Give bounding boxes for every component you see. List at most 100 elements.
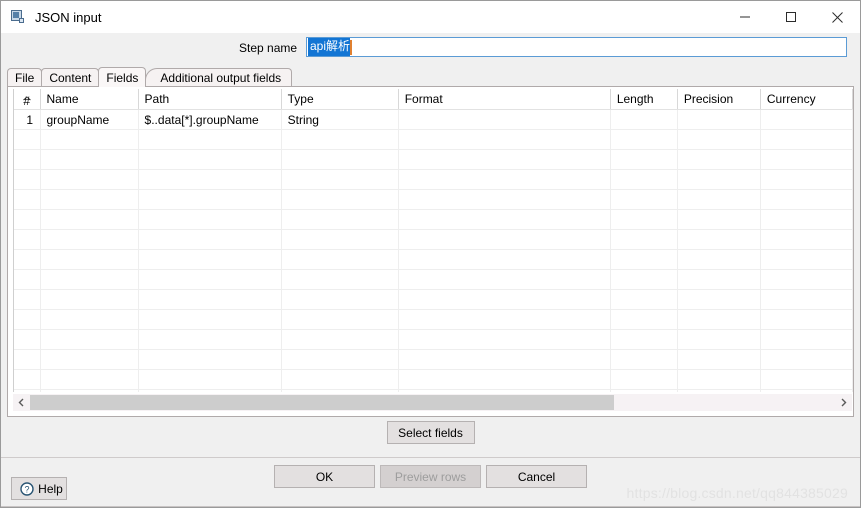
cell-precision[interactable]	[677, 249, 761, 270]
row-number-cell[interactable]	[14, 169, 41, 190]
cell-currency[interactable]	[760, 369, 853, 390]
cell-precision[interactable]	[677, 189, 761, 210]
table-row[interactable]	[14, 269, 853, 290]
row-number-cell[interactable]	[14, 209, 41, 230]
table-row[interactable]	[14, 249, 853, 270]
cell-format[interactable]	[398, 249, 611, 270]
cell-format[interactable]	[398, 369, 611, 390]
cell-path[interactable]	[138, 369, 282, 390]
cell-format[interactable]	[398, 209, 611, 230]
cell-length[interactable]	[610, 249, 678, 270]
cell-length[interactable]	[610, 229, 678, 250]
cell-length[interactable]	[610, 129, 678, 150]
cell-length[interactable]	[610, 149, 678, 170]
table-row[interactable]	[14, 169, 853, 190]
cell-format[interactable]	[398, 229, 611, 250]
cell-precision[interactable]	[677, 329, 761, 350]
step-name-input[interactable]: api解析	[306, 37, 847, 57]
cell-path[interactable]	[138, 209, 282, 230]
table-row[interactable]	[14, 349, 853, 370]
cell-name[interactable]	[40, 169, 139, 190]
cell-name[interactable]	[40, 249, 139, 270]
cell-type[interactable]	[281, 209, 399, 230]
cell-precision[interactable]	[677, 229, 761, 250]
cell-length[interactable]	[610, 269, 678, 290]
cell-format[interactable]	[398, 129, 611, 150]
cell-precision[interactable]	[677, 349, 761, 370]
row-number-cell[interactable]	[14, 269, 41, 290]
tab-additional-output-fields[interactable]: Additional output fields	[145, 68, 293, 87]
cell-name[interactable]	[40, 369, 139, 390]
table-row[interactable]	[14, 129, 853, 150]
cell-type[interactable]	[281, 249, 399, 270]
tab-fields[interactable]: Fields	[98, 67, 147, 87]
table-row[interactable]	[14, 309, 853, 330]
cell-currency[interactable]	[760, 249, 853, 270]
cell-currency[interactable]	[760, 269, 853, 290]
cell-path[interactable]	[138, 129, 282, 150]
cell-path[interactable]	[138, 349, 282, 370]
table-row[interactable]	[14, 229, 853, 250]
cell-precision[interactable]	[677, 109, 761, 130]
row-number-cell[interactable]	[14, 129, 41, 150]
help-button[interactable]: ? Help	[11, 477, 67, 500]
row-number-cell[interactable]	[14, 289, 41, 310]
minimize-button[interactable]	[722, 1, 768, 33]
column-header-format[interactable]: Format	[398, 89, 611, 110]
column-header-length[interactable]: Length	[610, 89, 678, 110]
cell-currency[interactable]	[760, 129, 853, 150]
column-header-num[interactable]: #	[14, 89, 41, 110]
cell-path[interactable]	[138, 149, 282, 170]
cancel-button[interactable]: Cancel	[486, 465, 587, 488]
row-number-cell[interactable]	[14, 249, 41, 270]
column-header-type[interactable]: Type	[281, 89, 399, 110]
cell-name[interactable]	[40, 289, 139, 310]
cell-name[interactable]	[40, 269, 139, 290]
cell-type[interactable]: String	[281, 109, 399, 130]
cell-length[interactable]	[610, 309, 678, 330]
cell-name[interactable]	[40, 129, 139, 150]
cell-currency[interactable]	[760, 149, 853, 170]
cell-path[interactable]	[138, 229, 282, 250]
row-number-cell[interactable]	[14, 369, 41, 390]
cell-format[interactable]	[398, 149, 611, 170]
cell-format[interactable]	[398, 289, 611, 310]
cell-type[interactable]	[281, 349, 399, 370]
cell-type[interactable]	[281, 229, 399, 250]
cell-precision[interactable]	[677, 389, 761, 392]
row-number-cell[interactable]	[14, 309, 41, 330]
cell-type[interactable]	[281, 189, 399, 210]
row-number-cell[interactable]	[14, 189, 41, 210]
cell-type[interactable]	[281, 389, 399, 392]
cell-name[interactable]	[40, 229, 139, 250]
cell-type[interactable]	[281, 309, 399, 330]
cell-name[interactable]	[40, 309, 139, 330]
cell-length[interactable]	[610, 189, 678, 210]
cell-name[interactable]	[40, 149, 139, 170]
cell-format[interactable]	[398, 309, 611, 330]
cell-type[interactable]	[281, 269, 399, 290]
cell-length[interactable]	[610, 169, 678, 190]
column-header-precision[interactable]: Precision	[677, 89, 761, 110]
cell-format[interactable]	[398, 269, 611, 290]
row-number-cell[interactable]	[14, 229, 41, 250]
horizontal-scrollbar[interactable]	[13, 394, 852, 411]
cell-format[interactable]	[398, 169, 611, 190]
column-header-name[interactable]: Name	[40, 89, 139, 110]
cell-format[interactable]	[398, 109, 611, 130]
table-row[interactable]	[14, 149, 853, 170]
close-button[interactable]	[814, 1, 860, 33]
cell-name[interactable]	[40, 349, 139, 370]
cell-precision[interactable]	[677, 289, 761, 310]
scrollbar-thumb[interactable]	[30, 395, 614, 410]
cell-format[interactable]	[398, 329, 611, 350]
table-row[interactable]: 1 groupName $..data[*].groupName String	[14, 109, 853, 130]
table-row[interactable]	[14, 369, 853, 390]
cell-currency[interactable]	[760, 389, 853, 392]
cell-currency[interactable]	[760, 349, 853, 370]
cell-type[interactable]	[281, 149, 399, 170]
row-number-cell[interactable]	[14, 389, 41, 392]
cell-format[interactable]	[398, 189, 611, 210]
maximize-button[interactable]	[768, 1, 814, 33]
cell-format[interactable]	[398, 389, 611, 392]
